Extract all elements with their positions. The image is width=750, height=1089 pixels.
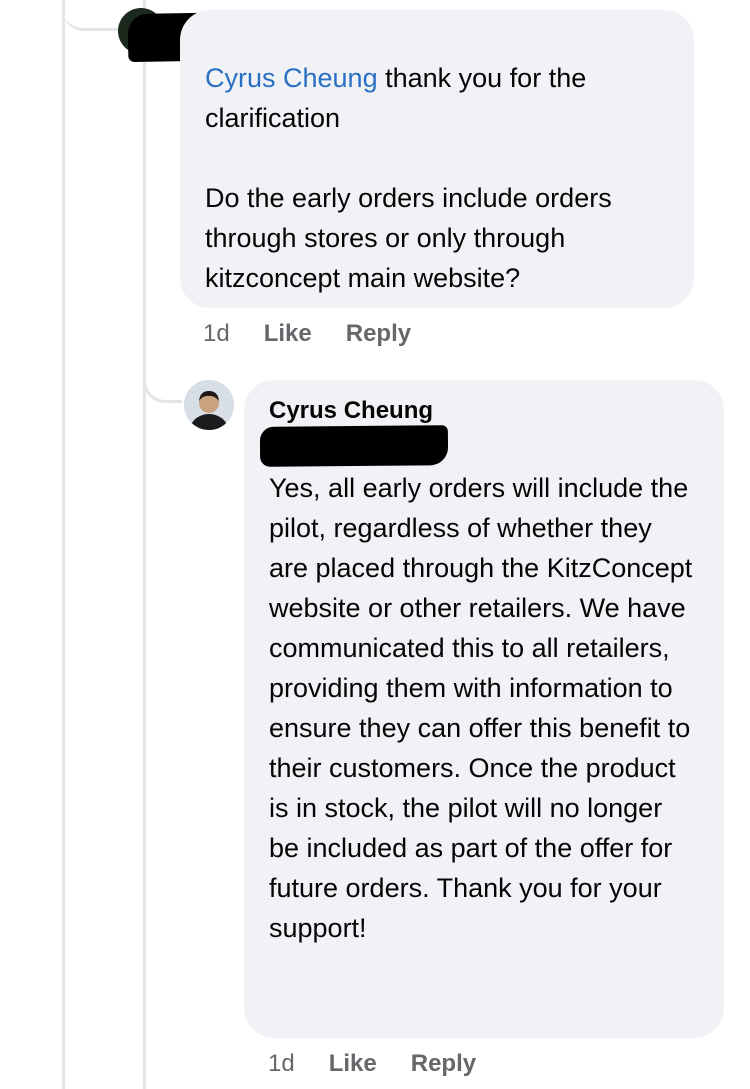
thread-line-outer <box>62 0 65 1089</box>
comment-question: Do the early orders include orders throu… <box>205 183 612 293</box>
comment-text: Yes, all early orders will include the p… <box>269 473 693 943</box>
thread-connector-reply <box>143 364 182 403</box>
comment-actions: 1d Like Reply <box>203 320 411 348</box>
like-button[interactable]: Like <box>264 320 312 348</box>
timestamp[interactable]: 1d <box>203 320 230 348</box>
timestamp[interactable]: 1d <box>268 1050 295 1078</box>
comment-bubble: Cyrus Cheung Yes, all early orders will … <box>244 380 724 1038</box>
reply-button[interactable]: Reply <box>411 1050 476 1078</box>
comment-bubble: Cyrus Cheung thank you for the clarifica… <box>180 10 694 308</box>
comment-text: Cyrus Cheung thank you for the clarifica… <box>205 58 670 298</box>
like-button[interactable]: Like <box>329 1050 377 1078</box>
comment-author[interactable]: Cyrus Cheung <box>269 396 698 426</box>
reply-button[interactable]: Reply <box>346 320 411 348</box>
redacted-name <box>259 425 449 467</box>
comment-actions: 1d Like Reply <box>268 1050 476 1078</box>
mention-link[interactable]: Cyrus Cheung <box>205 63 378 93</box>
user-avatar-icon <box>184 380 234 430</box>
avatar[interactable] <box>184 380 234 430</box>
thread-line-inner <box>143 0 146 1089</box>
thread-connector-top <box>62 0 118 31</box>
